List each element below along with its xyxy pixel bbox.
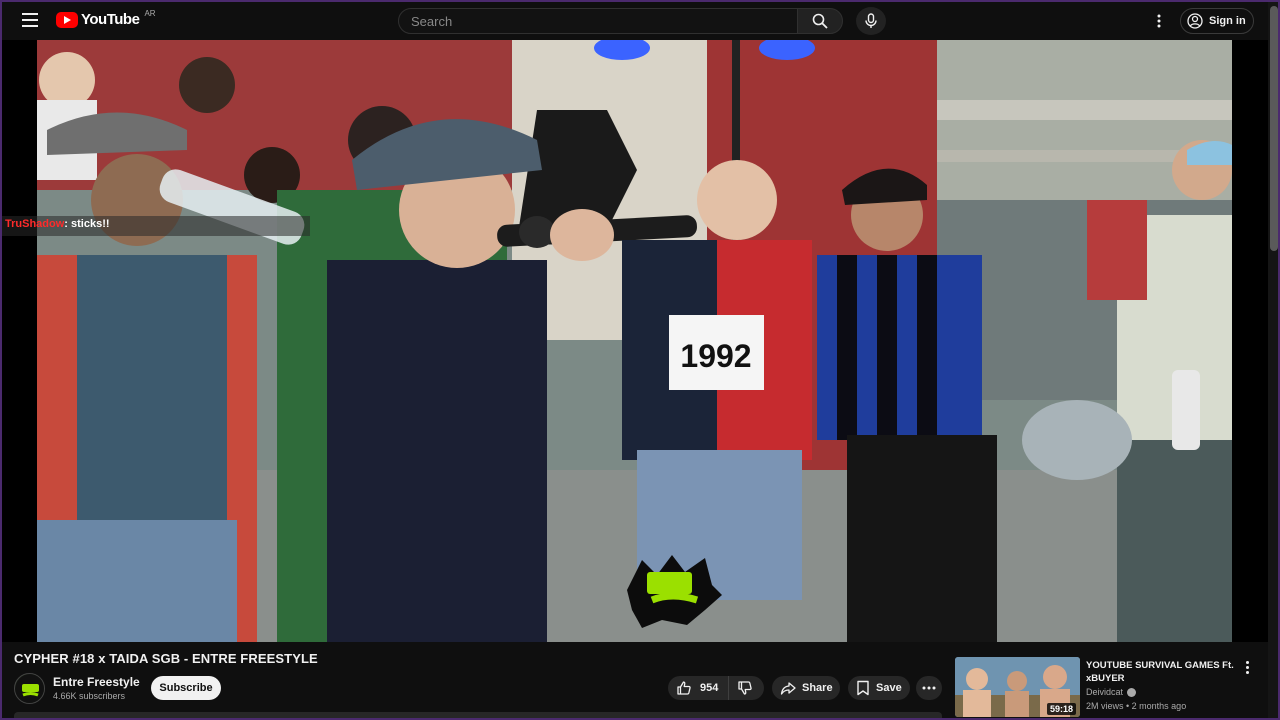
- video-frame[interactable]: 1992: [37, 40, 1232, 642]
- search-icon: [812, 13, 828, 29]
- recommended-title[interactable]: YOUTUBE SURVIVAL GAMES Ft. xBUYER: [1086, 659, 1236, 685]
- channel-avatar[interactable]: [14, 673, 45, 704]
- microphone-icon: [865, 13, 877, 28]
- thumbs-down-icon: [738, 681, 752, 695]
- subscribe-button[interactable]: Subscribe: [151, 676, 221, 700]
- verified-icon: [1127, 687, 1137, 697]
- subscriber-count: 4.66K subscribers: [53, 691, 126, 701]
- more-actions-button[interactable]: [916, 676, 942, 700]
- search-input[interactable]: [398, 8, 798, 34]
- sign-in-button[interactable]: Sign in: [1180, 8, 1254, 34]
- recommended-more-button[interactable]: [1241, 659, 1253, 675]
- thumbs-up-icon: [677, 681, 691, 695]
- menu-button[interactable]: [18, 10, 42, 30]
- search-button[interactable]: [797, 8, 843, 34]
- entre-freestyle-watermark: [627, 555, 722, 628]
- chat-overlay: TruShadow: sticks!!: [0, 216, 310, 236]
- chat-message: : sticks!!: [64, 218, 110, 230]
- description-box-edge[interactable]: [14, 712, 942, 720]
- hamburger-icon: [22, 13, 38, 15]
- like-count: 954: [700, 682, 719, 694]
- bookmark-icon: [857, 680, 869, 696]
- like-button[interactable]: 954: [668, 676, 728, 700]
- logo-text: YouTube: [81, 11, 140, 28]
- save-button[interactable]: Save: [848, 676, 910, 700]
- country-code: AR: [144, 9, 156, 18]
- youtube-logo[interactable]: YouTube AR: [56, 9, 156, 28]
- dislike-button[interactable]: [728, 676, 764, 700]
- youtube-play-icon: [56, 11, 78, 28]
- share-icon: [780, 682, 796, 695]
- page-scrollbar[interactable]: [1268, 0, 1280, 720]
- share-button[interactable]: Share: [772, 676, 840, 700]
- video-duration: 59:18: [1046, 703, 1076, 715]
- recommended-channel-name: Deividcat: [1086, 687, 1124, 697]
- shirt-number: 1992: [680, 338, 751, 374]
- recommended-video[interactable]: 59:18 YOUTUBE SURVIVAL GAMES Ft. xBUYER …: [955, 657, 1255, 720]
- chat-username: TruShadow: [5, 218, 65, 230]
- masthead: YouTube AR Sign in: [0, 0, 1280, 40]
- video-player[interactable]: 1992 TruShadow: sticks!!: [0, 40, 1268, 642]
- more-horiz-icon: [922, 686, 936, 690]
- channel-name[interactable]: Entre Freestyle: [53, 675, 140, 689]
- recommended-thumbnail[interactable]: 59:18: [955, 657, 1080, 717]
- share-label: Share: [802, 682, 833, 694]
- settings-more-button[interactable]: [1148, 10, 1170, 32]
- channel-logo-icon: [15, 674, 44, 703]
- save-label: Save: [876, 682, 902, 694]
- scrollbar-thumb[interactable]: [1270, 6, 1278, 251]
- account-icon: [1187, 13, 1203, 29]
- recommended-meta: 2M views • 2 months ago: [1086, 701, 1187, 711]
- sign-in-label: Sign in: [1209, 15, 1246, 27]
- more-vert-icon: [1157, 14, 1161, 28]
- video-title: CYPHER #18 x TAIDA SGB - ENTRE FREESTYLE: [14, 651, 318, 666]
- recommended-channel[interactable]: Deividcat: [1086, 687, 1137, 697]
- voice-search-button[interactable]: [856, 7, 886, 35]
